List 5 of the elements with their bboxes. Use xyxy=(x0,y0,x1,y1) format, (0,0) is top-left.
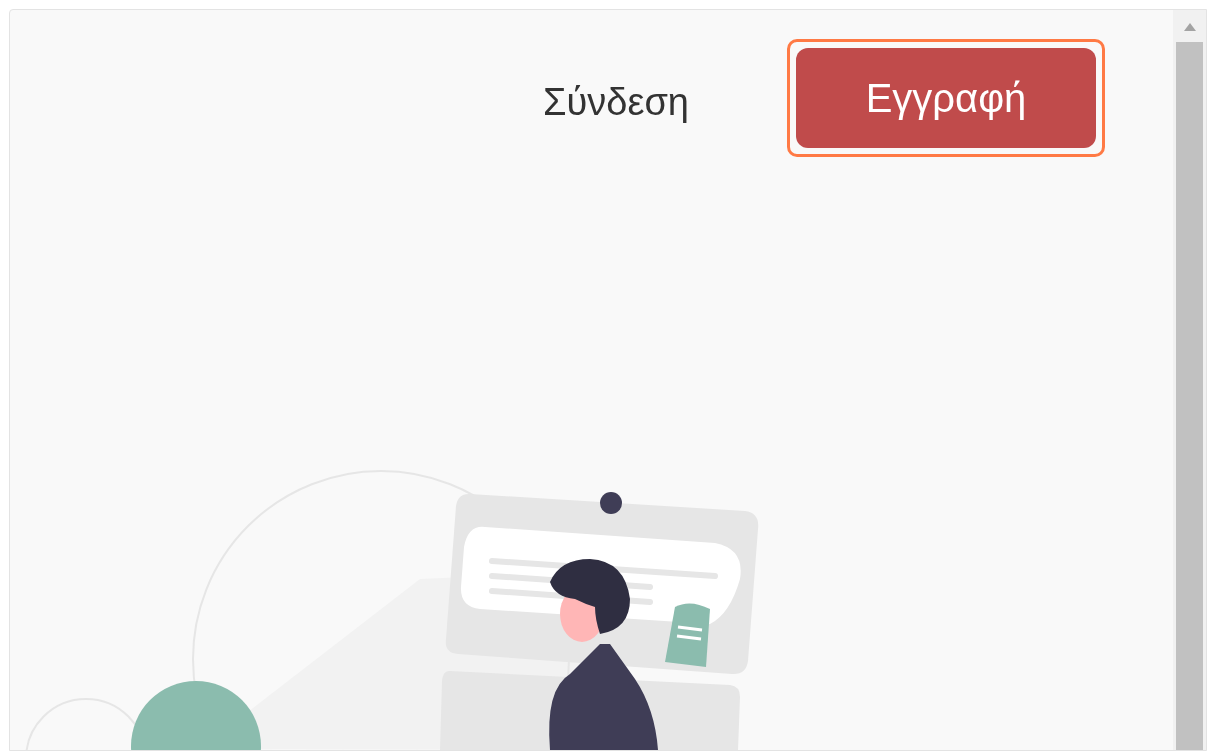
login-link[interactable]: Σύνδεση xyxy=(543,83,689,121)
signup-button[interactable]: Εγγραφή xyxy=(796,48,1096,148)
scrollbar-thumb[interactable] xyxy=(1176,42,1203,750)
scrollbar[interactable] xyxy=(1173,10,1206,750)
scroll-up-icon[interactable] xyxy=(1182,22,1197,32)
